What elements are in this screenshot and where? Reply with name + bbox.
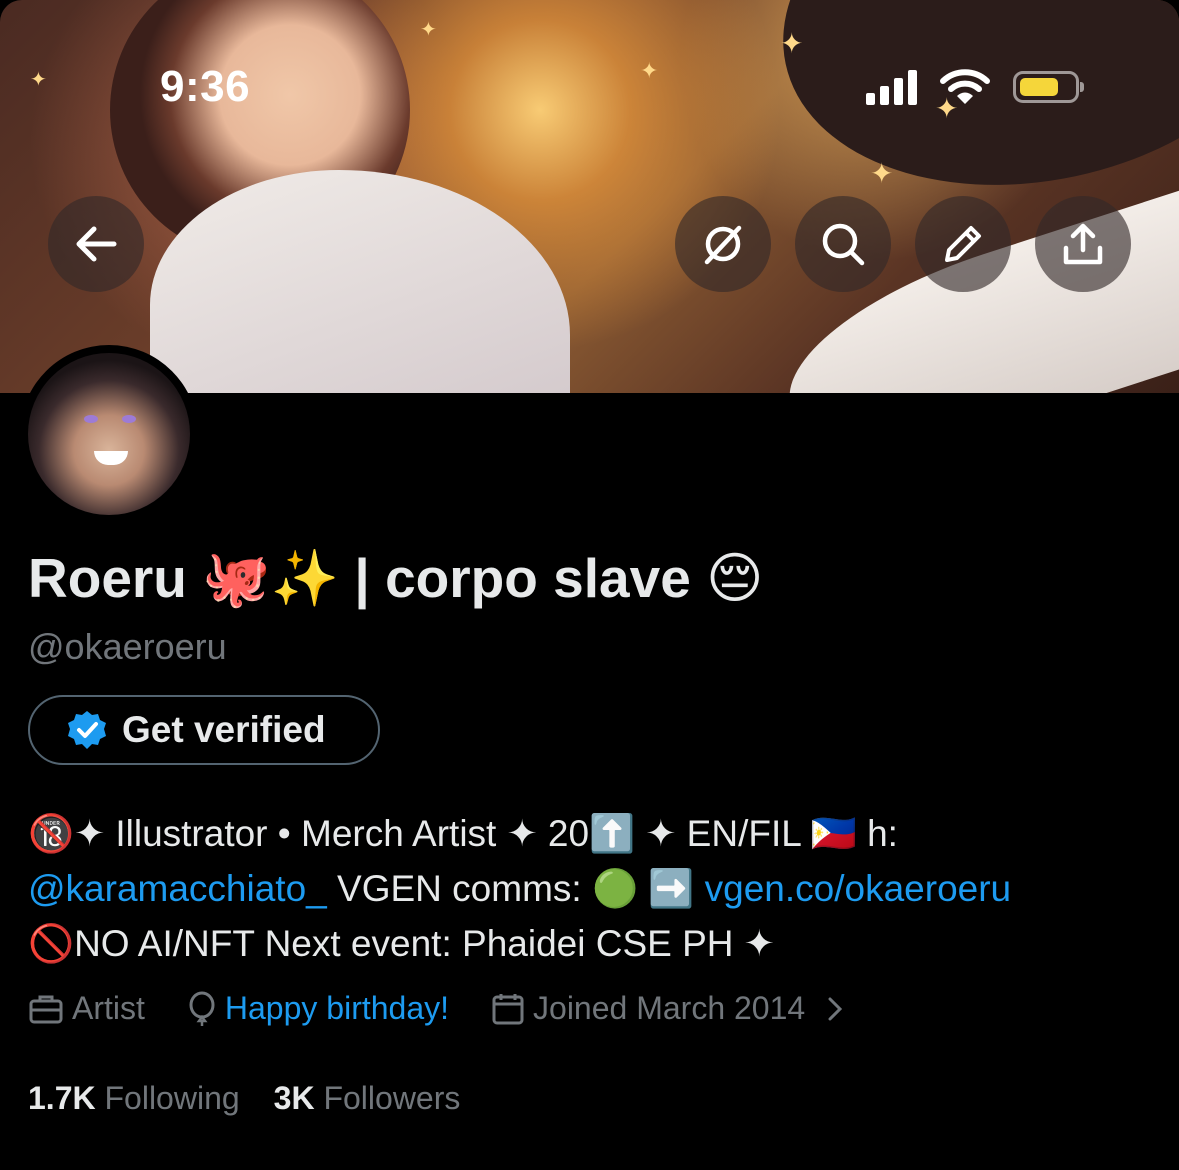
following-count: 1.7K: [28, 1080, 96, 1116]
follow-stats: 1.7K Following 3K Followers: [28, 1080, 460, 1117]
mention-link[interactable]: @karamacchiato_: [28, 868, 327, 909]
get-verified-label: Get verified: [122, 709, 326, 750]
balloon-icon: [189, 991, 215, 1026]
bio-line-2-text: VGEN comms: 🟢 ➡️: [326, 868, 705, 909]
following-link[interactable]: 1.7K Following: [28, 1080, 240, 1117]
search-button[interactable]: [795, 196, 891, 292]
birthday-text[interactable]: Happy birthday!: [225, 990, 449, 1027]
status-time: 9:36: [160, 62, 251, 111]
joined-text: Joined March 2014: [533, 990, 806, 1026]
share-button[interactable]: [1035, 196, 1131, 292]
followers-count: 3K: [273, 1080, 315, 1116]
avatar[interactable]: [20, 345, 198, 523]
profile-banner-image[interactable]: ✦ ✦ ✦ ✦ ✦ ✦: [0, 0, 1179, 393]
search-icon: [822, 223, 865, 266]
category-text: Artist: [72, 990, 145, 1026]
get-verified-button[interactable]: Get verified: [28, 695, 380, 765]
profile-screen: ✦ ✦ ✦ ✦ ✦ ✦ 9:36 Roeru 🐙✨ | corpo slave …: [0, 0, 1179, 1170]
birthday-item[interactable]: Happy birthday!: [187, 990, 449, 1027]
website-link[interactable]: vgen.co/okaeroeru: [705, 868, 1011, 909]
joined-item[interactable]: Joined March 2014: [491, 990, 843, 1027]
edit-icon: [945, 226, 981, 262]
display-name: Roeru 🐙✨ | corpo slave 😔: [28, 547, 764, 609]
followers-link[interactable]: 3K Followers: [274, 1080, 461, 1117]
chevron-right-icon: [828, 997, 843, 1020]
bio-line-1: 🔞✦ Illustrator • Merch Artist ✦ 20⬆️ ✦ E…: [28, 813, 898, 854]
following-label: Following: [104, 1080, 240, 1116]
username-handle: @okaeroeru: [28, 626, 227, 667]
calendar-icon: [492, 993, 524, 1024]
bio-line-2: @karamacchiato_ VGEN comms: 🟢 ➡️ vgen.co…: [28, 861, 1158, 916]
verified-badge-icon: [68, 711, 106, 749]
bio-line-3: 🚫NO AI/NFT Next event: Phaidei CSE PH ✦: [28, 923, 775, 964]
back-icon: [76, 226, 117, 262]
battery-icon: [1013, 71, 1084, 103]
no-sync-button[interactable]: [675, 196, 771, 292]
profile-meta: Artist Happy birthday! Joined March 2014: [28, 990, 843, 1027]
category-item: Artist: [28, 990, 145, 1027]
edit-button[interactable]: [915, 196, 1011, 292]
share-icon: [1063, 223, 1103, 265]
profile-bio: 🔞✦ Illustrator • Merch Artist ✦ 20⬆️ ✦ E…: [28, 806, 1158, 971]
status-icons: [866, 68, 1084, 106]
followers-label: Followers: [323, 1080, 461, 1116]
back-button[interactable]: [48, 196, 144, 292]
no-sync-icon: [704, 225, 742, 265]
cellular-signal-icon: [866, 69, 917, 105]
wifi-icon: [940, 69, 990, 104]
briefcase-icon: [29, 995, 63, 1023]
